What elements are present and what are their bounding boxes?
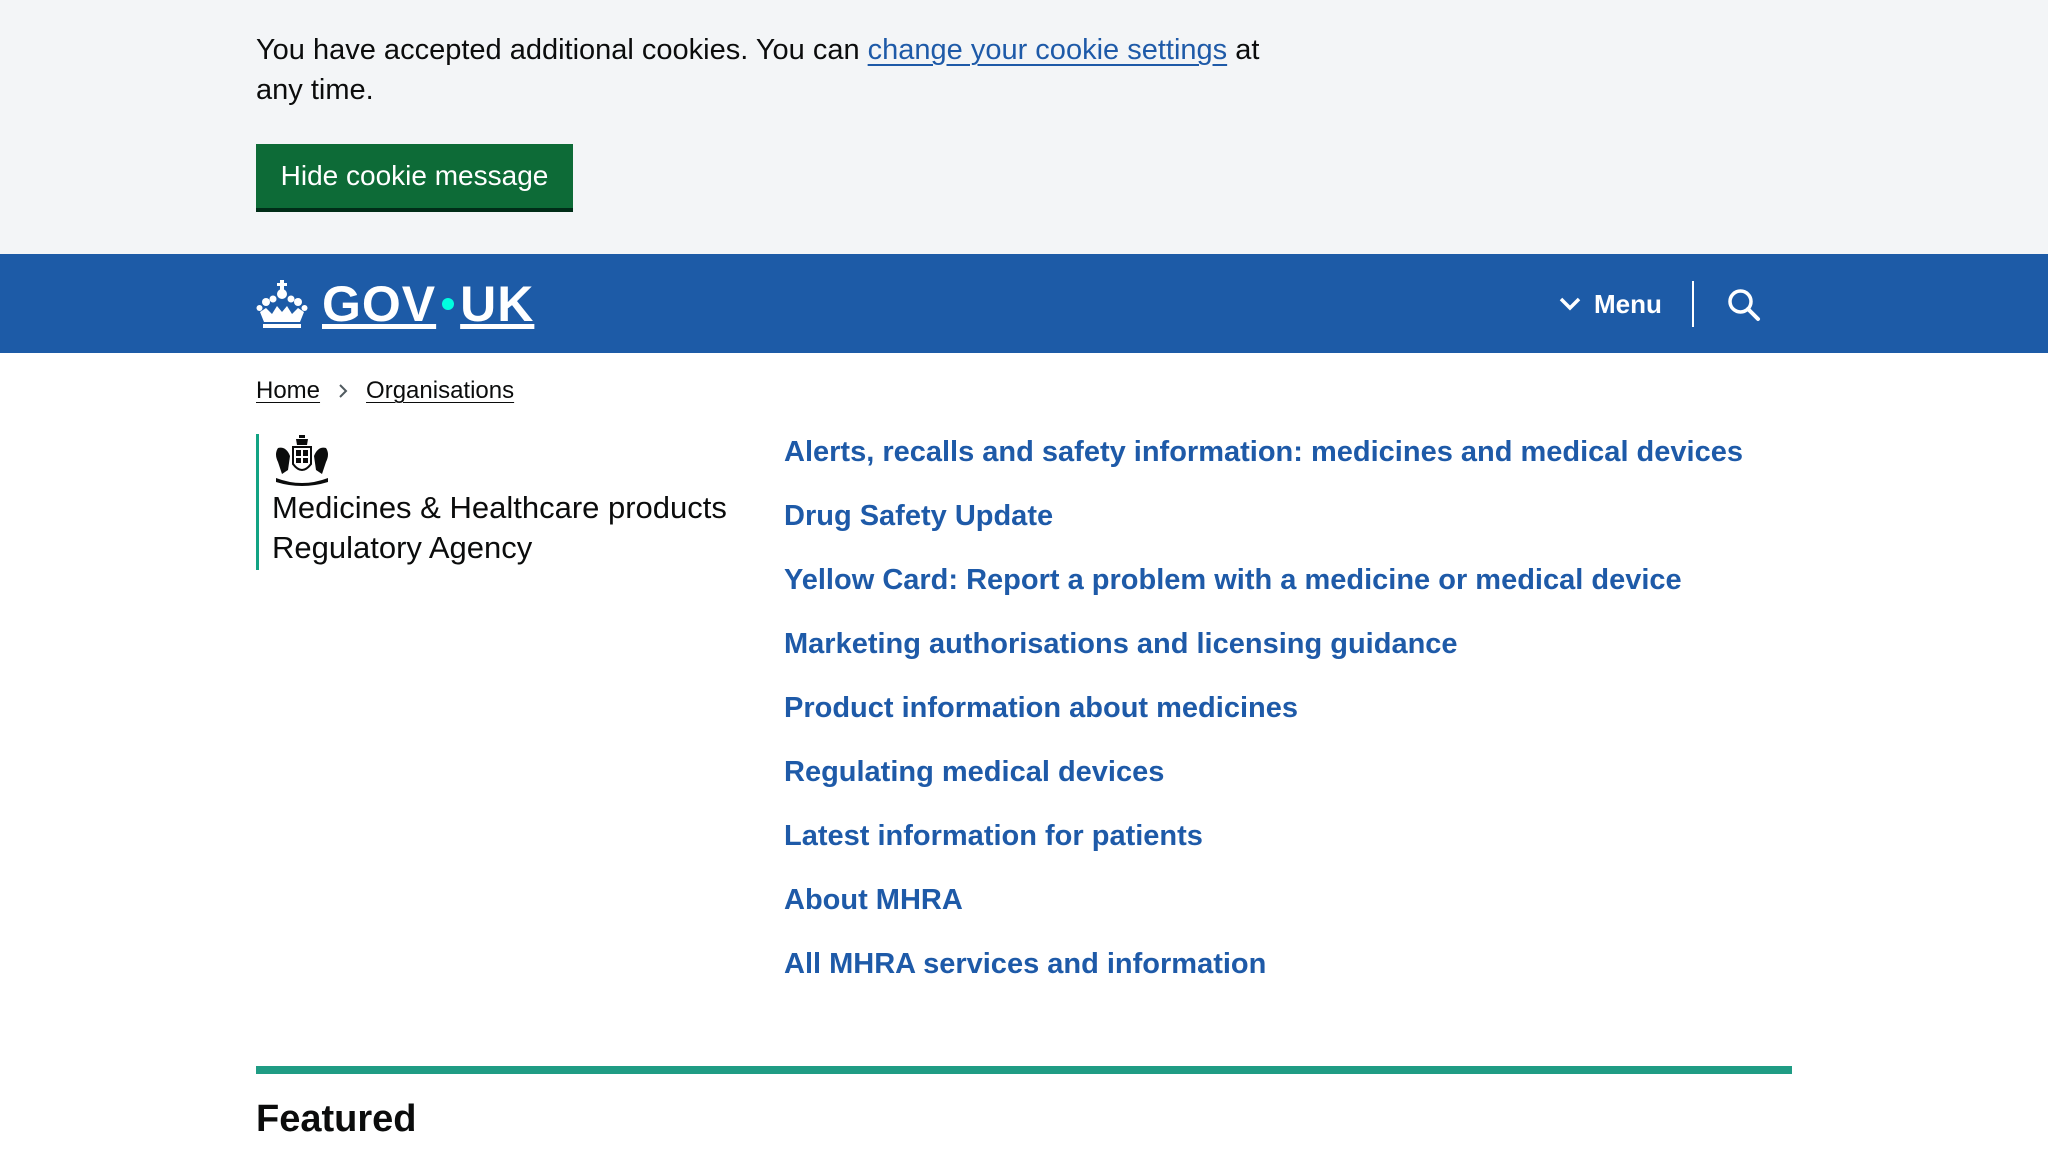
hide-cookie-message-button[interactable]: Hide cookie message — [256, 144, 573, 208]
list-item: Regulating medical devices — [784, 750, 1743, 814]
link-all-mhra-services[interactable]: All MHRA services and information — [784, 948, 1266, 980]
logo-text-uk: UK — [460, 276, 535, 332]
cookie-message: You have accepted additional cookies. Yo… — [256, 30, 1296, 110]
chevron-down-icon — [1559, 297, 1581, 311]
list-item: Marketing authorisations and licensing g… — [784, 622, 1743, 686]
organisation-logo: Medicines & Healthcare products Regulato… — [256, 434, 727, 570]
list-item: Yellow Card: Report a problem with a med… — [784, 558, 1743, 622]
list-item: About MHRA — [784, 878, 1743, 942]
link-about-mhra[interactable]: About MHRA — [784, 884, 963, 916]
list-item: Drug Safety Update — [784, 494, 1743, 558]
menu-label: Menu — [1594, 288, 1662, 319]
link-alerts-recalls[interactable]: Alerts, recalls and safety information: … — [784, 436, 1743, 468]
govuk-header: GOV UK Menu — [0, 254, 2048, 353]
breadcrumb: Home Organisations — [256, 374, 514, 408]
chevron-right-icon — [339, 384, 348, 398]
breadcrumb-organisations[interactable]: Organisations — [366, 374, 514, 408]
link-product-information[interactable]: Product information about medicines — [784, 692, 1298, 724]
cookie-message-start: You have accepted additional cookies. Yo… — [256, 34, 868, 66]
logo-dot — [442, 298, 455, 310]
logo-text-gov: GOV — [322, 276, 437, 332]
govuk-wordmark: GOV UK — [322, 275, 534, 333]
list-item: Latest information for patients — [784, 814, 1743, 878]
organisation-name-line2: Regulatory Agency — [272, 530, 533, 565]
list-item: All MHRA services and information — [784, 942, 1743, 1006]
breadcrumb-home[interactable]: Home — [256, 374, 320, 408]
organisation-links-list: Alerts, recalls and safety information: … — [784, 430, 1743, 1006]
organisation-name: Medicines & Healthcare products Regulato… — [272, 488, 732, 568]
link-drug-safety-update[interactable]: Drug Safety Update — [784, 500, 1053, 532]
featured-heading: Featured — [256, 1098, 417, 1140]
link-yellow-card[interactable]: Yellow Card: Report a problem with a med… — [784, 564, 1682, 596]
list-item: Product information about medicines — [784, 686, 1743, 750]
link-regulating-medical-devices[interactable]: Regulating medical devices — [784, 756, 1164, 788]
link-patients-information[interactable]: Latest information for patients — [784, 820, 1203, 852]
royal-coat-of-arms-icon — [276, 435, 328, 486]
list-item: Alerts, recalls and safety information: … — [784, 430, 1743, 494]
link-marketing-authorisations[interactable]: Marketing authorisations and licensing g… — [784, 628, 1458, 660]
menu-button[interactable]: Menu — [1558, 284, 1662, 324]
header-divider — [1692, 281, 1694, 327]
featured-divider — [256, 1066, 1792, 1074]
organisation-name-line1: Medicines & Healthcare products — [272, 490, 727, 525]
cookie-settings-link[interactable]: change your cookie settings — [868, 34, 1228, 66]
govuk-logo-link[interactable]: GOV UK — [256, 274, 534, 334]
cookie-banner: You have accepted additional cookies. Yo… — [0, 0, 2048, 254]
crown-icon — [256, 280, 308, 328]
search-icon[interactable] — [1727, 288, 1761, 322]
